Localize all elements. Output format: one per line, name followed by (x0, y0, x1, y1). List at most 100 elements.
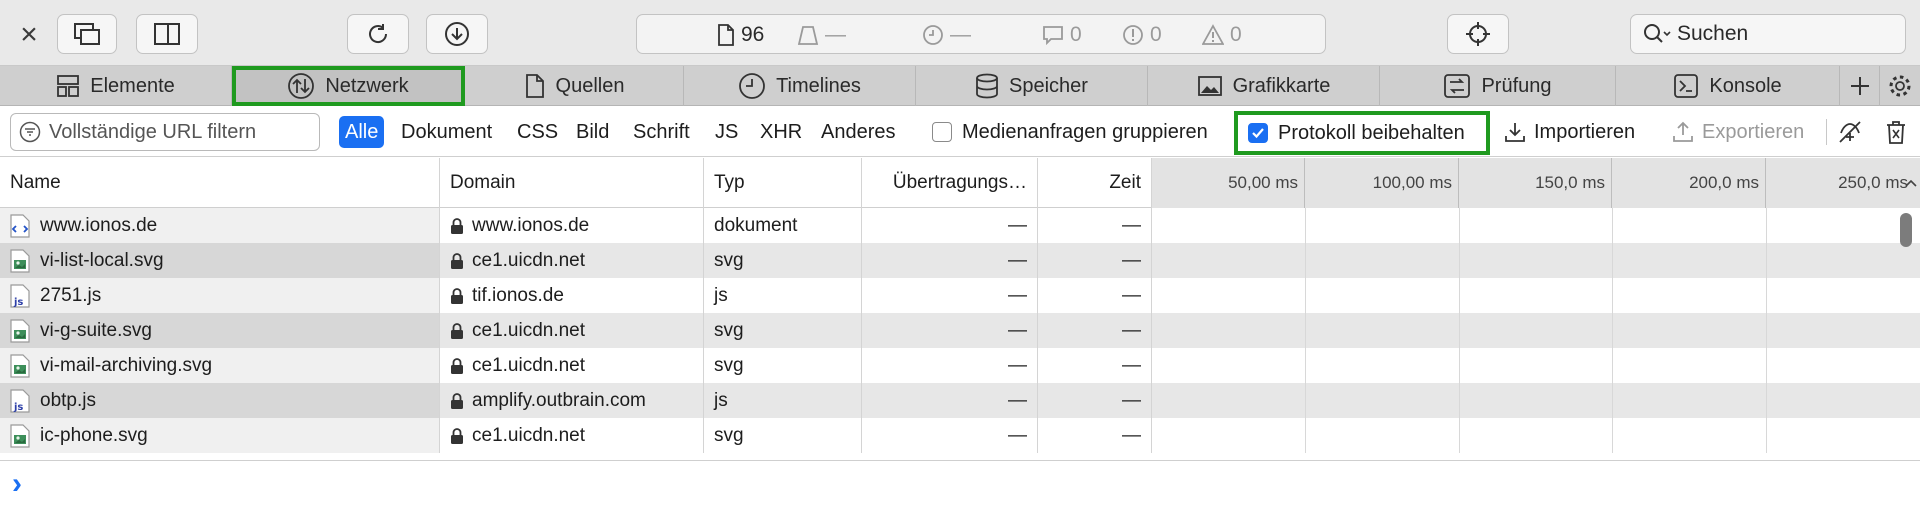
resource-count[interactable]: 96 (717, 15, 764, 55)
column-time[interactable]: Zeit (1038, 158, 1152, 208)
export-button[interactable]: Exportieren (1672, 113, 1804, 151)
column-domain[interactable]: Domain (440, 158, 704, 208)
close-button[interactable]: × (14, 18, 44, 51)
filter-type-other[interactable]: Anderes (815, 116, 902, 148)
table-row[interactable]: vi-g-suite.svg ce1.uicdn.net svg — — (0, 313, 1920, 348)
warning-count[interactable]: 0 (1202, 15, 1242, 55)
filter-type-font[interactable]: Schrift (627, 116, 696, 148)
group-media-checkbox[interactable] (932, 122, 952, 142)
group-media-toggle[interactable]: Medienanfragen gruppieren (932, 113, 1208, 151)
console-icon (1674, 74, 1699, 98)
windows-icon (74, 23, 100, 45)
table-row[interactable]: js obtp.js amplify.outbrain.com js — — (0, 383, 1920, 418)
load-time[interactable]: — (922, 15, 971, 55)
import-icon (1505, 123, 1525, 142)
tab-storage[interactable]: Speicher (916, 66, 1148, 106)
cell-waterfall (1152, 278, 1920, 313)
table-row[interactable]: vi-list-local.svg ce1.uicdn.net svg — — (0, 243, 1920, 278)
undock-button[interactable] (57, 14, 117, 54)
console-prompt[interactable]: › (0, 460, 1920, 510)
timeline-tick: 250,0 ms (1838, 173, 1908, 192)
image-file-icon (10, 248, 40, 273)
table-row[interactable]: vi-mail-archiving.svg ce1.uicdn.net svg — — (0, 348, 1920, 383)
cell-time: — (1038, 243, 1152, 278)
column-name[interactable]: Name (0, 158, 440, 208)
column-transfer[interactable]: Übertragungs… (862, 158, 1038, 208)
disable-cache-button[interactable] (1837, 113, 1863, 151)
settings-button[interactable] (1880, 66, 1920, 106)
request-domain: tif.ionos.de (472, 284, 564, 306)
error-icon (1123, 25, 1143, 45)
request-transfer: — (1008, 389, 1027, 411)
divider (1826, 119, 1827, 145)
activity-viewer: 96 — — 0 0 0 (636, 14, 1326, 54)
filter-type-css[interactable]: CSS (511, 116, 564, 148)
grid-line (1612, 278, 1613, 313)
filter-icon (19, 121, 41, 143)
add-tab-button[interactable] (1840, 66, 1880, 106)
request-domain: www.ionos.de (472, 214, 590, 236)
grid-line (1459, 383, 1460, 418)
weight-icon (797, 26, 819, 45)
tab-sources[interactable]: Quellen (465, 66, 684, 106)
download-button[interactable] (426, 14, 488, 54)
request-type: dokument (714, 214, 798, 236)
cell-name: js 2751.js (0, 278, 440, 313)
tab-timelines[interactable]: Timelines (684, 66, 916, 106)
cell-transfer: — (862, 313, 1038, 348)
tab-label: Speicher (1009, 74, 1088, 97)
timeline-tick: 150,0 ms (1459, 158, 1612, 208)
transferred-size[interactable]: — (797, 15, 846, 55)
cache-disabled-icon (1839, 121, 1861, 143)
cell-waterfall (1152, 313, 1920, 348)
tab-network[interactable]: Netzwerk (232, 66, 465, 106)
table-row[interactable]: ic-phone.svg ce1.uicdn.net svg — — (0, 418, 1920, 453)
request-time: — (1122, 354, 1141, 376)
js-file-icon: js (10, 283, 40, 308)
preserve-log-checkbox[interactable] (1248, 123, 1268, 143)
tab-console[interactable]: Konsole (1616, 66, 1840, 106)
lock-icon (451, 392, 463, 409)
import-button[interactable]: Importieren (1504, 113, 1635, 151)
waterfall-header[interactable]: 50,00 ms 100,00 ms 150,0 ms 200,0 ms 250… (1152, 158, 1920, 208)
tab-label: Konsole (1709, 74, 1782, 97)
tab-audit[interactable]: Prüfung (1380, 66, 1616, 106)
tab-bar: Elemente Netzwerk Quellen Timelines Spei… (0, 66, 1920, 106)
cell-name: ic-phone.svg (0, 418, 440, 453)
grid-line (1305, 383, 1306, 418)
request-transfer: — (1008, 249, 1027, 271)
clear-log-button[interactable] (1884, 113, 1908, 151)
filter-type-xhr[interactable]: XHR (754, 116, 808, 148)
table-row[interactable]: js 2751.js tif.ionos.de js — — (0, 278, 1920, 313)
search-field[interactable]: Suchen (1630, 14, 1906, 54)
crosshair-icon (1466, 22, 1490, 46)
error-count[interactable]: 0 (1122, 15, 1162, 55)
dock-side-button[interactable] (136, 14, 198, 54)
inspect-element-button[interactable] (1447, 14, 1509, 54)
filter-type-all[interactable]: Alle (339, 116, 385, 148)
cell-domain: ce1.uicdn.net (440, 348, 704, 383)
url-filter-input[interactable]: Vollständige URL filtern (10, 113, 320, 151)
log-count[interactable]: 0 (1042, 15, 1082, 55)
cell-name: www.ionos.de (0, 208, 440, 243)
cell-type: dokument (704, 208, 862, 243)
reload-button[interactable] (347, 14, 409, 54)
request-time: — (1122, 284, 1141, 306)
lock-icon (451, 322, 463, 339)
cell-transfer: — (862, 418, 1038, 453)
column-type[interactable]: Typ (704, 158, 862, 208)
filter-type-document[interactable]: Dokument (395, 116, 498, 148)
grid-line (1459, 243, 1460, 278)
cell-transfer: — (862, 208, 1038, 243)
table-row[interactable]: www.ionos.de www.ionos.de dokument — — (0, 208, 1920, 243)
cell-transfer: — (862, 348, 1038, 383)
tab-elements[interactable]: Elemente (0, 66, 232, 106)
tab-graphics[interactable]: Grafikkarte (1148, 66, 1380, 106)
preserve-log-toggle[interactable]: Protokoll beibehalten (1234, 111, 1490, 155)
group-media-label: Medienanfragen gruppieren (962, 120, 1208, 143)
filter-type-image[interactable]: Bild (570, 116, 615, 148)
cell-domain: amplify.outbrain.com (440, 383, 704, 418)
request-name: vi-list-local.svg (40, 249, 164, 271)
scrollbar-thumb[interactable] (1900, 213, 1912, 247)
filter-type-js[interactable]: JS (709, 116, 744, 148)
